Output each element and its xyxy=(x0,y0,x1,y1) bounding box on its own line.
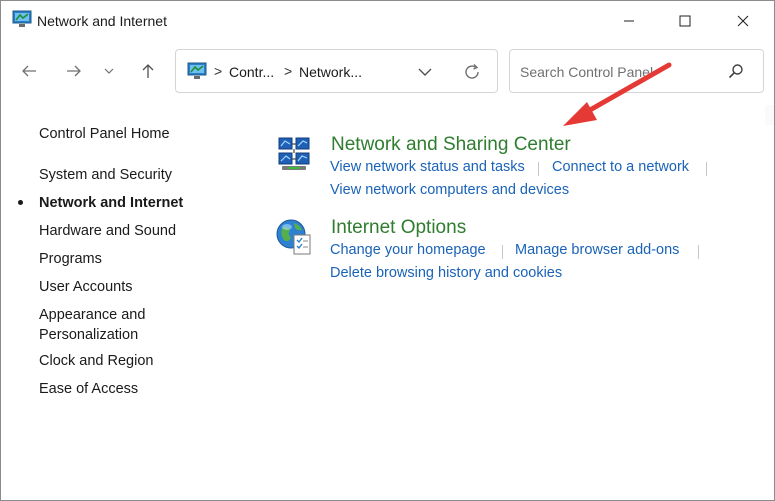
minimize-icon xyxy=(624,20,634,22)
network-and-sharing-center-link[interactable]: Network and Sharing Center xyxy=(331,134,571,156)
chevron-down-icon xyxy=(104,68,114,74)
address-dropdown-icon[interactable] xyxy=(416,63,434,81)
arrow-left-icon xyxy=(22,65,36,77)
forward-button[interactable] xyxy=(60,53,88,89)
sidebar-item-system-and-security[interactable]: System and Security xyxy=(39,165,172,185)
close-icon xyxy=(737,15,749,27)
window-title: Network and Internet xyxy=(37,13,167,29)
active-item-bullet xyxy=(18,200,23,205)
maximize-icon xyxy=(679,15,691,27)
search-box[interactable]: Search Control Panel xyxy=(509,49,764,93)
sidebar-item-personalization[interactable]: Personalization xyxy=(39,325,138,345)
sidebar-item-appearance[interactable]: Appearance and xyxy=(39,305,145,325)
annotation-arrow-head xyxy=(563,102,597,126)
title-bar: Network and Internet xyxy=(1,1,774,41)
maximize-button[interactable] xyxy=(657,1,713,41)
navigation-bar: > Contr... > Network... Search Control P… xyxy=(1,41,774,105)
sidebar-item-user-accounts[interactable]: User Accounts xyxy=(39,277,133,297)
scrollbar[interactable] xyxy=(765,105,774,125)
sidebar-item-clock-and-region[interactable]: Clock and Region xyxy=(39,351,153,371)
link-separator xyxy=(706,162,707,176)
refresh-icon[interactable] xyxy=(462,62,482,82)
delete-browsing-history-link[interactable]: Delete browsing history and cookies xyxy=(330,265,562,281)
view-network-status-link[interactable]: View network status and tasks xyxy=(330,159,525,175)
view-network-computers-link[interactable]: View network computers and devices xyxy=(330,182,569,198)
sidebar-item-network-and-internet[interactable]: Network and Internet xyxy=(39,193,183,213)
breadcrumb-separator: > xyxy=(214,63,223,79)
network-folder-icon xyxy=(187,62,207,79)
internet-options-link[interactable]: Internet Options xyxy=(331,217,466,239)
sidebar-item-control-panel-home[interactable]: Control Panel Home xyxy=(39,124,170,144)
manage-browser-addons-link[interactable]: Manage browser add-ons xyxy=(515,242,679,258)
breadcrumb-control-panel[interactable]: Contr... xyxy=(229,64,274,80)
sidebar-item-ease-of-access[interactable]: Ease of Access xyxy=(39,379,138,399)
link-separator xyxy=(698,245,699,259)
minimize-button[interactable] xyxy=(601,1,657,41)
connect-to-network-link[interactable]: Connect to a network xyxy=(552,159,689,175)
network-sharing-icon xyxy=(278,137,310,170)
network-app-icon xyxy=(12,10,32,27)
link-separator xyxy=(538,162,539,176)
recent-locations-button[interactable] xyxy=(98,53,120,89)
sidebar-item-hardware-and-sound[interactable]: Hardware and Sound xyxy=(39,221,176,241)
breadcrumb-separator: > xyxy=(284,63,293,79)
link-separator xyxy=(502,245,503,259)
address-bar[interactable]: > Contr... > Network... xyxy=(175,49,498,93)
control-panel-window: Network and Internet > Contr... > Networ… xyxy=(0,0,775,501)
sidebar-item-programs[interactable]: Programs xyxy=(39,249,102,269)
search-placeholder[interactable]: Search Control Panel xyxy=(520,64,662,80)
breadcrumb-network-and-internet[interactable]: Network... xyxy=(299,64,362,80)
close-button[interactable] xyxy=(715,1,771,41)
arrow-up-icon xyxy=(142,64,154,78)
internet-options-icon xyxy=(276,219,311,255)
up-button[interactable] xyxy=(134,53,162,89)
search-icon[interactable] xyxy=(728,63,744,79)
sidebar: Control Panel Home System and Security N… xyxy=(1,105,231,500)
arrow-right-icon xyxy=(67,65,81,77)
change-homepage-link[interactable]: Change your homepage xyxy=(330,242,486,258)
back-button[interactable] xyxy=(15,53,43,89)
